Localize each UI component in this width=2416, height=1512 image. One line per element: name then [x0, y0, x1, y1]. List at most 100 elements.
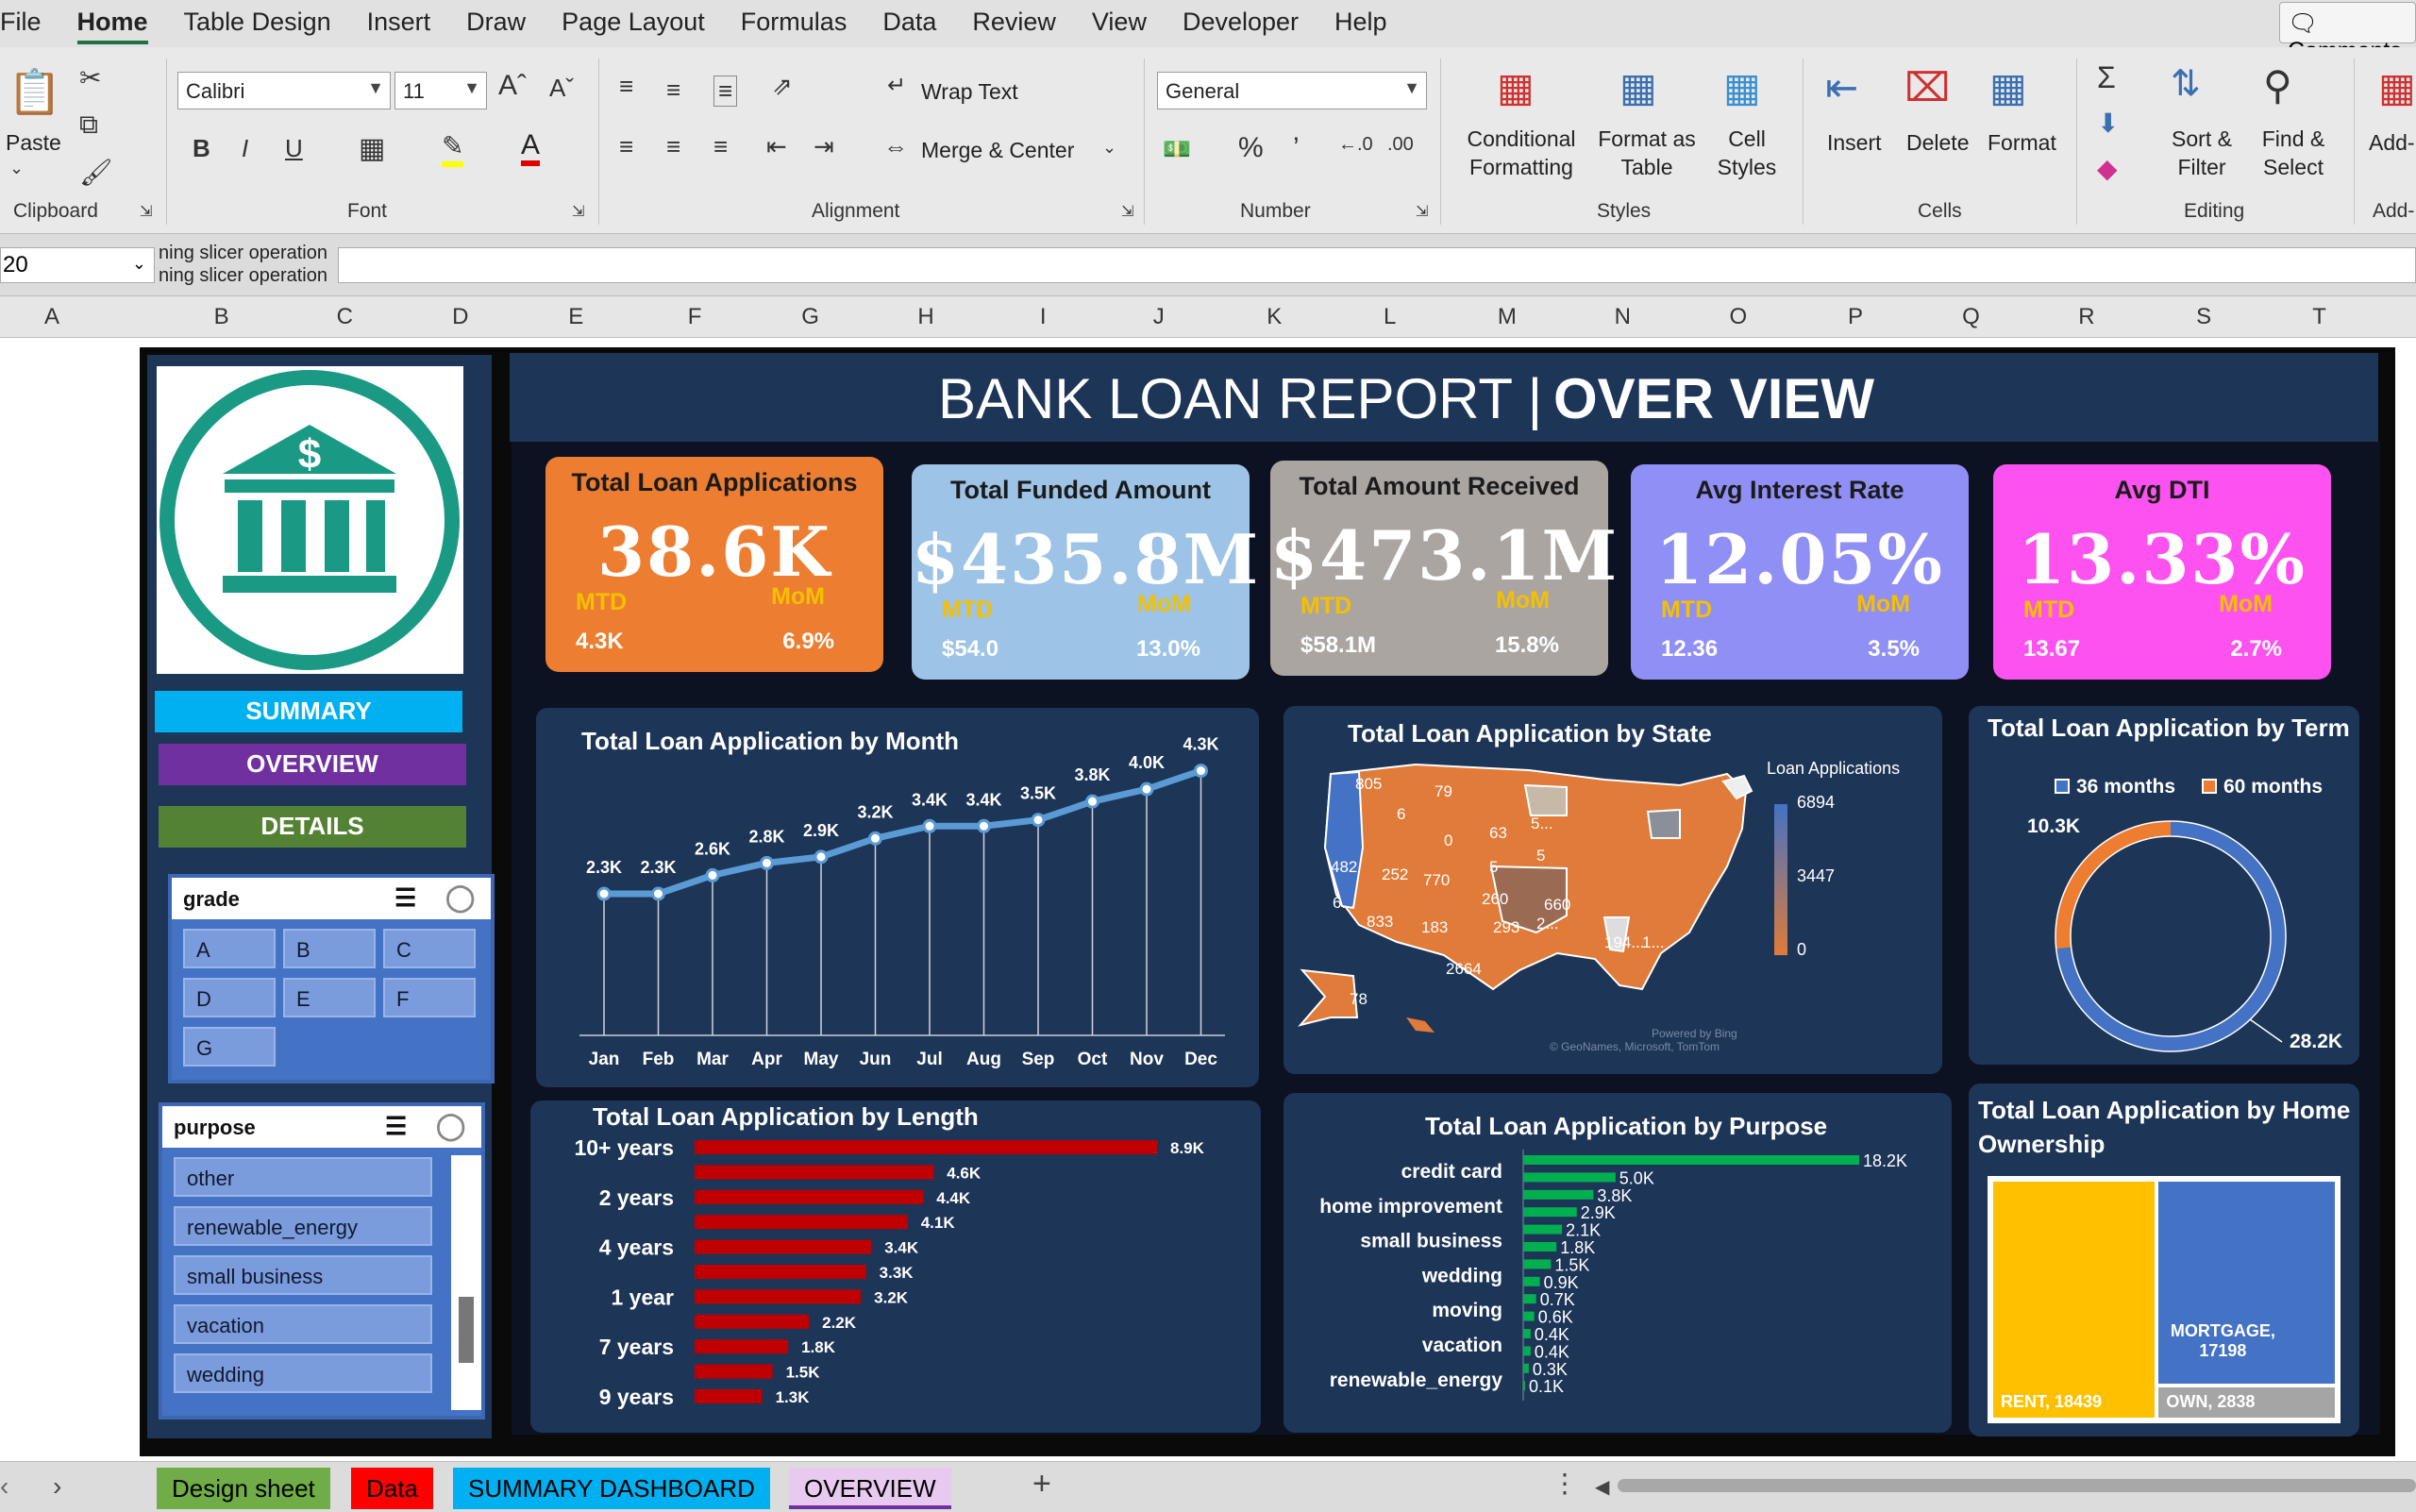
addins-icon[interactable]: ▦: [2378, 64, 2416, 110]
font-color-icon[interactable]: A: [521, 130, 541, 166]
cell-styles-icon[interactable]: ▦: [1723, 64, 1761, 110]
purpose-slicer-item[interactable]: other: [174, 1157, 432, 1197]
paste-button[interactable]: Paste: [6, 128, 61, 157]
column-header[interactable]: E: [524, 304, 628, 330]
column-header[interactable]: K: [1222, 304, 1326, 330]
scroll-tabs-right-icon[interactable]: ›: [53, 1471, 61, 1502]
scroll-left-icon[interactable]: ◀: [1595, 1475, 1609, 1499]
cut-icon[interactable]: ✂: [79, 62, 101, 93]
column-header[interactable]: F: [643, 304, 747, 330]
dialog-launcher-icon[interactable]: ⇲: [140, 202, 152, 221]
column-header[interactable]: C: [293, 304, 396, 330]
column-header[interactable]: N: [1570, 304, 1674, 330]
number-format-combo[interactable]: General ▼: [1157, 72, 1427, 109]
delete-button[interactable]: Delete: [1906, 128, 1969, 157]
decrease-indent-icon[interactable]: ⇤: [766, 132, 787, 161]
merge-icon[interactable]: ⇔: [883, 132, 908, 161]
cell-styles-button[interactable]: Cell Styles: [1704, 125, 1789, 181]
column-header[interactable]: R: [2035, 304, 2139, 330]
column-header[interactable]: L: [1338, 304, 1442, 330]
overview-nav-button[interactable]: OVERVIEW: [159, 744, 466, 785]
menu-item-data[interactable]: Data: [882, 8, 936, 44]
more-options-icon[interactable]: ⋮: [1552, 1468, 1578, 1499]
dialog-launcher-icon[interactable]: ⇲: [1121, 202, 1133, 221]
orientation-icon[interactable]: ⇗: [772, 72, 793, 101]
scrollbar-thumb[interactable]: [459, 1297, 474, 1363]
menu-item-file[interactable]: File: [0, 8, 42, 44]
column-header[interactable]: D: [409, 304, 512, 330]
sheet-tab[interactable]: Data: [351, 1468, 433, 1509]
menu-item-insert[interactable]: Insert: [367, 8, 431, 44]
clear-filter-icon[interactable]: ◯: [445, 882, 475, 913]
font-name-combo[interactable]: Calibri ▼: [177, 72, 391, 109]
grade-slicer-item[interactable]: C: [383, 929, 476, 968]
underline-icon[interactable]: U: [285, 134, 303, 163]
sheet-tab[interactable]: SUMMARY DASHBOARD: [453, 1468, 770, 1509]
wrap-text-icon[interactable]: ↵: [887, 72, 906, 99]
column-header[interactable]: B: [170, 304, 274, 330]
bold-icon[interactable]: B: [193, 134, 210, 163]
column-header[interactable]: S: [2152, 304, 2256, 330]
align-center-icon[interactable]: ≡: [666, 132, 680, 161]
comma-style-icon[interactable]: ’: [1293, 132, 1300, 164]
align-left-icon[interactable]: ≡: [619, 132, 633, 161]
fill-color-icon[interactable]: ✎: [442, 130, 464, 167]
increase-indent-icon[interactable]: ⇥: [814, 132, 834, 161]
column-header[interactable]: H: [874, 304, 978, 330]
delete-cells-icon[interactable]: ⌧: [1904, 64, 1950, 110]
menu-item-draw[interactable]: Draw: [466, 8, 526, 44]
sheet-tab[interactable]: Design sheet: [157, 1468, 330, 1509]
fill-icon[interactable]: ⬇: [2097, 108, 2119, 139]
menu-item-review[interactable]: Review: [972, 8, 1056, 44]
increase-decimal-icon[interactable]: ←.0: [1338, 134, 1373, 156]
decrease-decimal-icon[interactable]: .00: [1387, 134, 1414, 156]
chevron-down-icon[interactable]: ⌄: [9, 159, 24, 178]
add-sheet-icon[interactable]: +: [1032, 1466, 1051, 1503]
font-size-combo[interactable]: 11 ▼: [394, 72, 487, 109]
name-box[interactable]: 20 ⌄: [0, 247, 155, 283]
grade-slicer-item[interactable]: G: [183, 1027, 276, 1067]
insert-cells-icon[interactable]: ⇤: [1825, 64, 1858, 110]
menu-item-home[interactable]: Home: [76, 8, 148, 44]
clear-filter-icon[interactable]: ◯: [436, 1110, 465, 1141]
copy-icon[interactable]: ⧉: [79, 109, 98, 141]
details-nav-button[interactable]: DETAILS: [159, 806, 466, 848]
column-header[interactable]: T: [2268, 304, 2372, 330]
grade-slicer-item[interactable]: E: [283, 978, 376, 1017]
search-icon[interactable]: ⚲: [2263, 62, 2292, 109]
summary-nav-button[interactable]: SUMMARY: [155, 691, 462, 732]
grow-font-icon[interactable]: Aˆ: [498, 70, 527, 102]
horizontal-scrollbar[interactable]: [1618, 1479, 2416, 1492]
purpose-slicer-item[interactable]: vacation: [174, 1304, 432, 1344]
format-as-table-button[interactable]: Format as Table: [1595, 125, 1699, 181]
grade-slicer-item[interactable]: D: [183, 978, 276, 1017]
column-header[interactable]: P: [1804, 304, 1907, 330]
menu-item-view[interactable]: View: [1092, 8, 1147, 44]
purpose-slicer-item[interactable]: renewable_energy: [174, 1206, 432, 1246]
grade-slicer-item[interactable]: B: [283, 929, 376, 968]
menu-item-table-design[interactable]: Table Design: [184, 8, 331, 44]
column-header[interactable]: Q: [1919, 304, 2022, 330]
insert-button[interactable]: Insert: [1827, 128, 1882, 157]
autosum-icon[interactable]: Σ: [2097, 60, 2116, 95]
column-header[interactable]: G: [759, 304, 863, 330]
dialog-launcher-icon[interactable]: ⇲: [1416, 202, 1428, 221]
align-bottom-icon[interactable]: ≡: [713, 76, 738, 107]
purpose-slicer-item[interactable]: small business: [174, 1255, 432, 1295]
addins-button[interactable]: Add-: [2369, 128, 2415, 157]
column-header[interactable]: O: [1686, 304, 1790, 330]
find-select-button[interactable]: Find & Select: [2248, 125, 2339, 181]
align-middle-icon[interactable]: ≡: [666, 76, 680, 105]
sheet-tab[interactable]: OVERVIEW: [789, 1468, 951, 1509]
merge-center-button[interactable]: Merge & Center: [921, 138, 1074, 163]
format-as-table-icon[interactable]: ▦: [1619, 64, 1657, 110]
column-header[interactable]: M: [1455, 304, 1559, 330]
slicer-scrollbar[interactable]: [451, 1155, 481, 1410]
format-cells-icon[interactable]: ▦: [1989, 64, 2027, 110]
grade-slicer-item[interactable]: F: [383, 978, 476, 1017]
borders-icon[interactable]: ▦: [359, 132, 385, 165]
scroll-tabs-left-icon[interactable]: ‹: [0, 1471, 8, 1502]
sort-filter-icon[interactable]: ⇅: [2171, 62, 2201, 105]
column-header[interactable]: U: [2383, 304, 2416, 330]
wrap-text-button[interactable]: Wrap Text: [921, 79, 1018, 105]
